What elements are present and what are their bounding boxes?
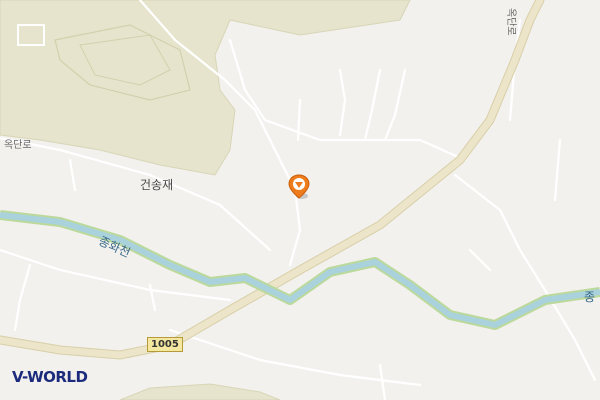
location-pin-icon[interactable] [288, 174, 310, 204]
forest-area [0, 0, 411, 176]
place-label-village[interactable]: 건송재 [140, 176, 173, 193]
map-view[interactable]: 옥단로 옥단로 건송재 종화천 종 1005 V-WORLD [0, 0, 600, 400]
forest-area-bottom [119, 383, 281, 400]
route-shield-1005: 1005 [147, 337, 183, 352]
road-label-right: 옥단로 [505, 8, 516, 36]
river-label-right: 종 [584, 290, 596, 304]
road-label-left: 옥단로 [4, 140, 32, 151]
vworld-logo: V-WORLD [12, 368, 88, 386]
